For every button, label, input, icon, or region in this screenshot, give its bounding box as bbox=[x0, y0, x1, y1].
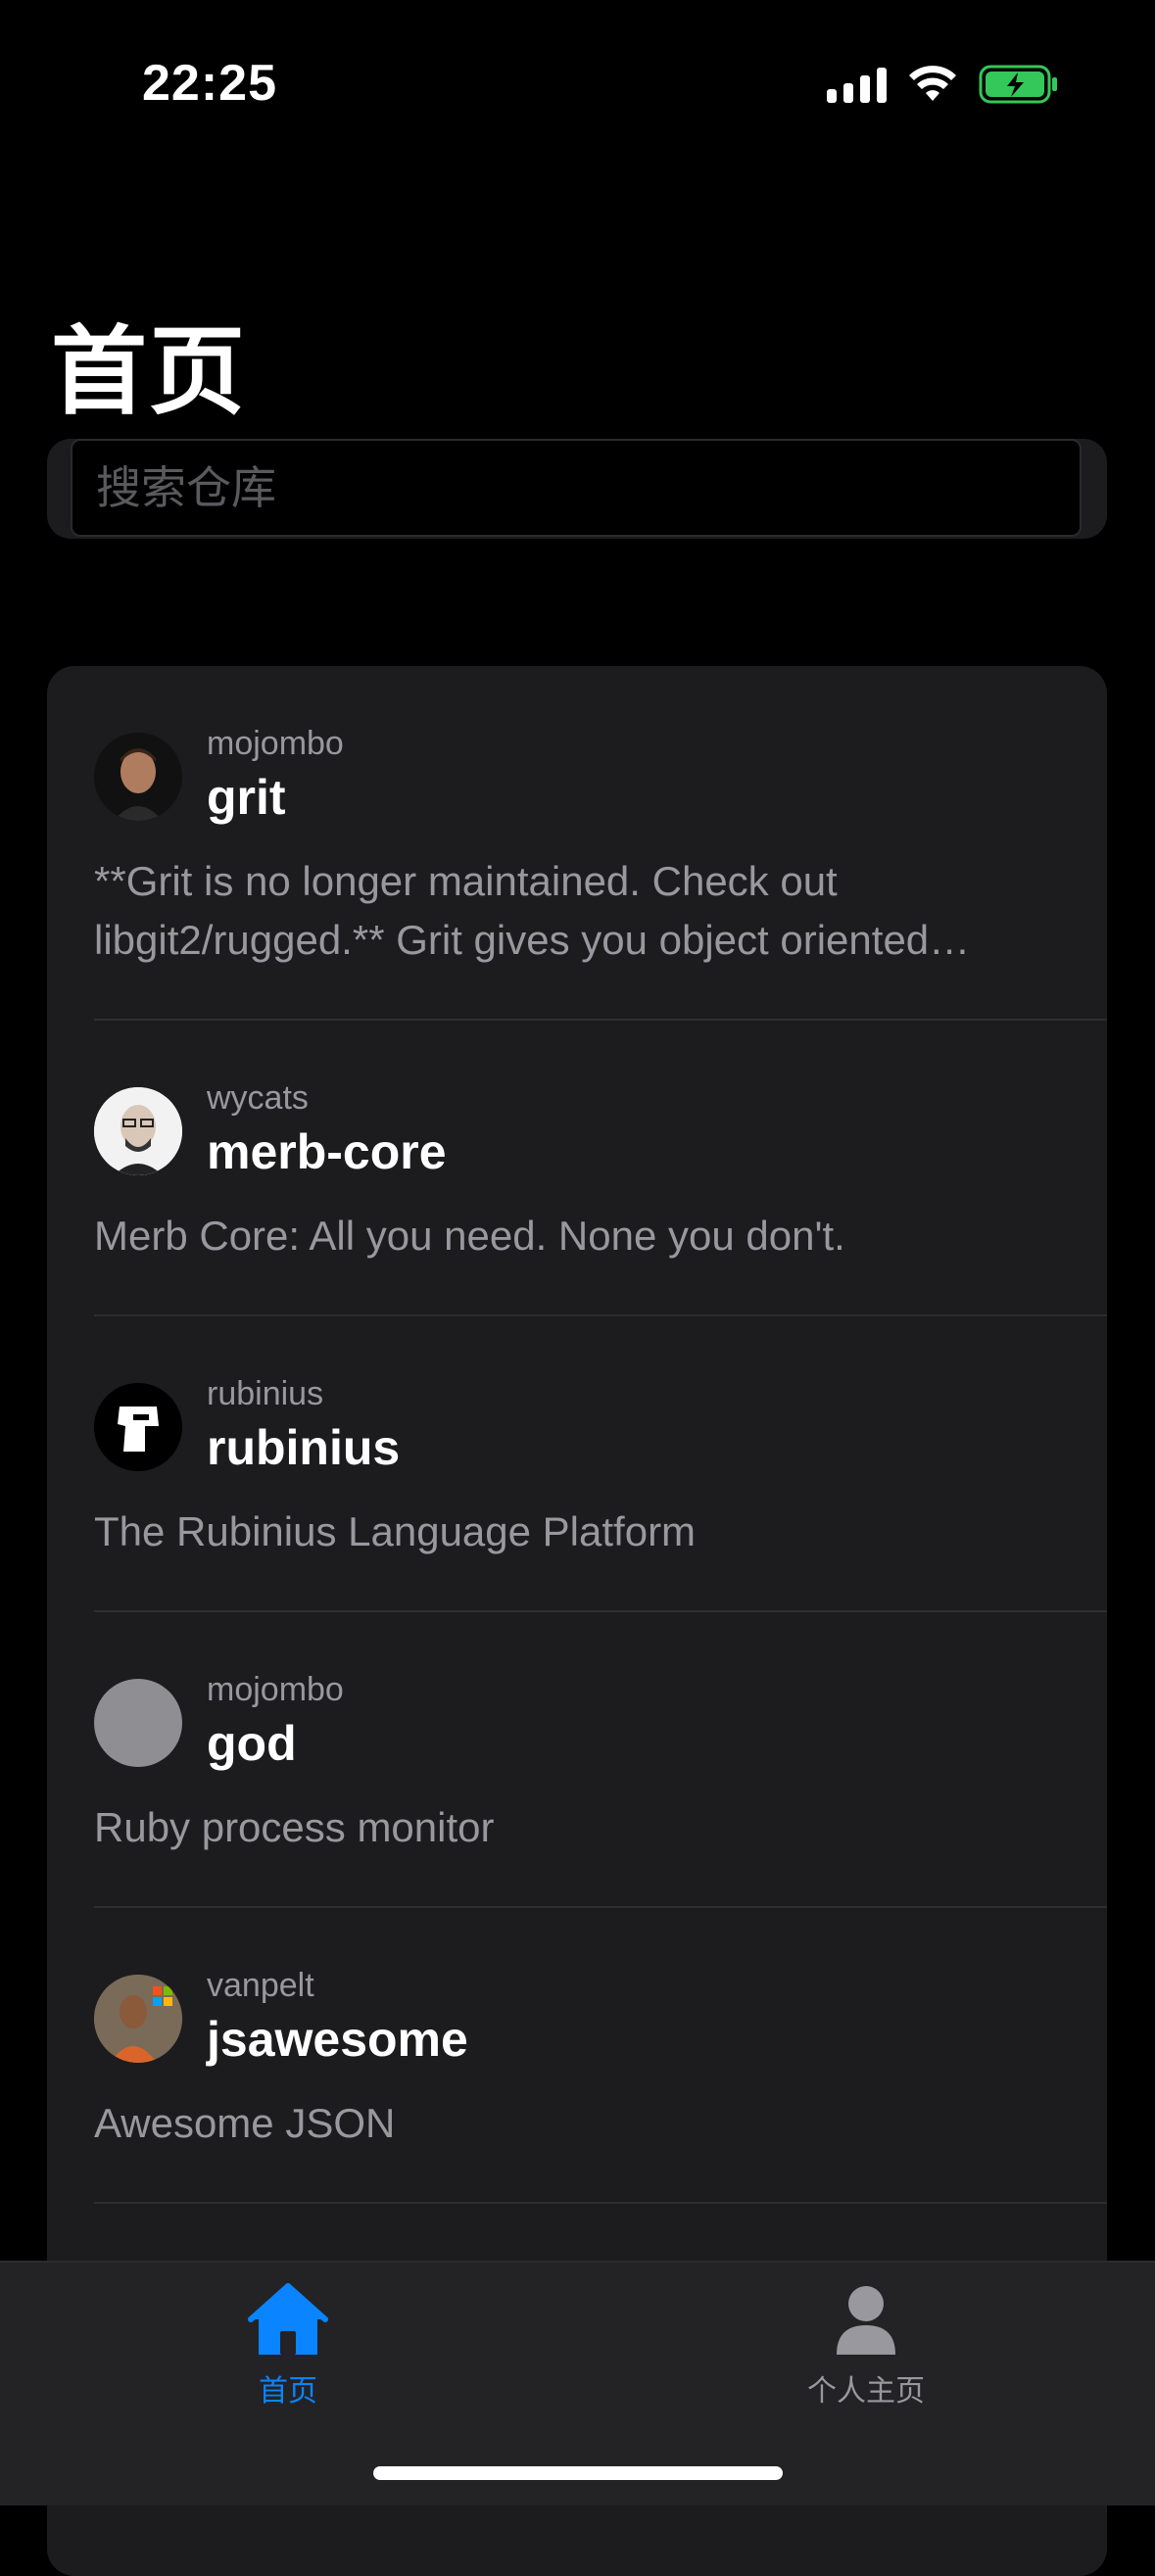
placeholder-avatar bbox=[94, 1679, 182, 1767]
wifi-icon bbox=[908, 66, 957, 103]
status-time: 22:25 bbox=[142, 55, 277, 112]
divider bbox=[94, 2202, 1107, 2204]
page-title: 首页 bbox=[51, 316, 248, 428]
tab-label: 个人主页 bbox=[807, 2374, 925, 2409]
search-bar bbox=[47, 439, 1107, 539]
signal-icon bbox=[827, 66, 887, 103]
repo-description: Merb Core: All you need. None you don't. bbox=[94, 1213, 845, 1259]
repo-description: Awesome JSON bbox=[94, 2100, 396, 2146]
repo-name: grit bbox=[207, 770, 286, 825]
house-icon bbox=[248, 2283, 328, 2355]
status-bar: 22:25 bbox=[0, 0, 1155, 157]
repo-name: merb-core bbox=[207, 1124, 447, 1179]
repo-owner: mojombo bbox=[207, 1671, 344, 1708]
repo-owner: vanpelt bbox=[207, 1967, 314, 2004]
repo-list-item[interactable]: mojombo god Ruby process monitor bbox=[47, 1612, 1107, 1908]
status-icons bbox=[827, 61, 1059, 108]
repo-list-item[interactable]: mojombo grit **Grit is no longer maintai… bbox=[47, 666, 1107, 1021]
repo-description: Ruby process monitor bbox=[94, 1804, 495, 1850]
owner-avatar bbox=[94, 1383, 182, 1471]
person-icon bbox=[837, 2286, 895, 2355]
owner-avatar bbox=[94, 1975, 182, 2063]
repo-name: god bbox=[207, 1716, 297, 1771]
repo-list-item[interactable]: vanpelt jsawesome Awesome JSON bbox=[47, 1908, 1107, 2204]
tab-home[interactable]: 首页 bbox=[141, 2282, 435, 2439]
repo-list-item[interactable]: wycats merb-core Merb Core: All you need… bbox=[47, 1021, 1107, 1316]
repo-owner: mojombo bbox=[207, 725, 344, 762]
repo-owner: wycats bbox=[207, 1079, 309, 1117]
search-input[interactable] bbox=[71, 439, 1082, 537]
battery-charging-icon bbox=[979, 65, 1059, 104]
repo-description: **Grit is no longer maintained. Check ou… bbox=[94, 858, 930, 963]
repo-name: rubinius bbox=[207, 1420, 401, 1475]
repo-list-item[interactable]: rubinius rubinius The Rubinius Language … bbox=[47, 1316, 1107, 1612]
tab-profile[interactable]: 个人主页 bbox=[719, 2282, 1013, 2439]
repo-description: The Rubinius Language Platform bbox=[94, 1508, 697, 1554]
tab-label: 首页 bbox=[259, 2374, 317, 2409]
repo-owner: rubinius bbox=[207, 1375, 324, 1412]
owner-avatar bbox=[94, 733, 182, 821]
home-indicator bbox=[373, 2466, 783, 2480]
owner-avatar bbox=[94, 1087, 182, 1175]
repo-name: jsawesome bbox=[207, 2012, 468, 2067]
